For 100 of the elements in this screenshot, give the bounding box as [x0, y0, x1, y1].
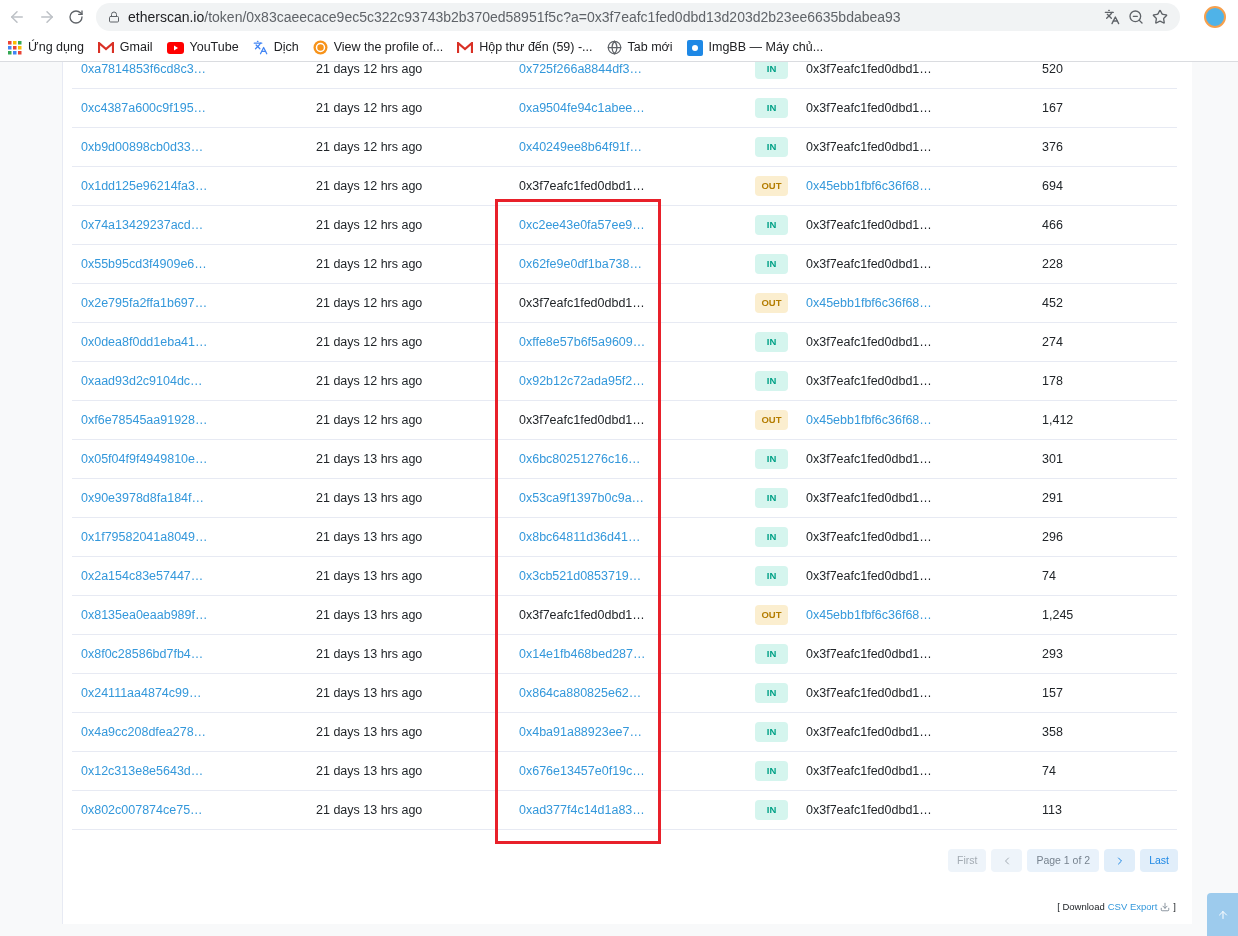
zoom-icon[interactable]: [1128, 9, 1144, 25]
next-page-button[interactable]: [1104, 849, 1136, 872]
address-link[interactable]: 0x53ca9f1397b0c9a…: [519, 490, 645, 505]
bookmark-item[interactable]: Hộp thư đến (59) -...: [457, 38, 593, 57]
address-link[interactable]: 0xc2ee43e0fa57ee9…: [519, 217, 645, 232]
address-link[interactable]: 0x864ca880825e62…: [519, 685, 642, 700]
address-link[interactable]: 0x40249ee8b64f91f…: [519, 139, 643, 154]
address-link[interactable]: 0xffe8e57b6f5a9609…: [519, 334, 646, 349]
txn-hash-link[interactable]: 0x55b95cd3f4909e6…: [81, 254, 316, 274]
txn-hash-link[interactable]: 0x05f04f9f4949810e…: [81, 449, 316, 469]
direction-badge: IN: [755, 526, 788, 548]
bookmark-star-icon[interactable]: [1152, 9, 1168, 25]
bookmark-item[interactable]: Ứng dụng: [8, 38, 84, 57]
address-link[interactable]: 0x3cb521d0853719…: [519, 568, 642, 583]
txn-hash-link[interactable]: 0x12c313e8e5643d…: [81, 761, 316, 781]
direction-badge: IN: [755, 370, 788, 392]
address-link[interactable]: 0x45ebb1fbf6c36f68…: [806, 607, 932, 622]
address-link[interactable]: 0x4ba91a88923ee7…: [519, 724, 643, 739]
age-text: 21 days 12 hrs ago: [316, 138, 424, 156]
txn-hash-link[interactable]: 0x1dd125e96214fa3…: [81, 176, 316, 196]
address-link[interactable]: 0x6bc80251276c16…: [519, 451, 641, 466]
address-text: 0x3f7eafc1fed0dbd1…: [806, 217, 932, 232]
txn-hash-link[interactable]: 0x24111aa4874c99…: [81, 683, 316, 703]
address-text: 0x3f7eafc1fed0dbd1…: [806, 646, 932, 661]
direction-badge: IN: [755, 214, 788, 236]
direction-badge: IN: [755, 331, 788, 353]
txn-hash-link[interactable]: 0x2e795fa2ffa1b697…: [81, 293, 316, 313]
address-bar[interactable]: etherscan.io/token/0x83caeecace9ec5c322c93743b2b370ed58951f5c?a=0x3f7eafc1fed0dbd13d203d2b23ee6635bdabea93: [96, 3, 1180, 31]
back-to-top-button[interactable]: [1207, 893, 1238, 936]
txn-hash-link[interactable]: 0x8135ea0eaab989f…: [81, 605, 316, 625]
bookmark-item[interactable]: ImgBB — Máy chủ...: [686, 38, 824, 57]
bookmark-item[interactable]: Tab mới: [606, 38, 673, 57]
quantity-text: 113: [1042, 801, 1063, 819]
direction-badge: IN: [755, 682, 788, 704]
address-text: 0x3f7eafc1fed0dbd1…: [806, 451, 932, 466]
txn-hash-link[interactable]: 0xf6e78545aa91928…: [81, 410, 316, 430]
direction-badge: OUT: [755, 292, 788, 314]
forward-icon[interactable]: [38, 8, 56, 26]
address-link[interactable]: 0x45ebb1fbf6c36f68…: [806, 178, 932, 193]
direction-badge: IN: [755, 760, 788, 782]
address-text: 0x3f7eafc1fed0dbd1…: [806, 490, 932, 505]
direction-badge: IN: [755, 97, 788, 119]
bookmark-item[interactable]: Dịch: [252, 38, 299, 57]
txn-hash-link[interactable]: 0xb9d00898cb0d33…: [81, 137, 316, 157]
bookmark-item[interactable]: Gmail: [97, 38, 153, 57]
txn-hash-link[interactable]: 0x0dea8f0dd1eba41…: [81, 332, 316, 352]
txn-hash-link[interactable]: 0x2a154c83e57447…: [81, 566, 316, 586]
address-text: 0x3f7eafc1fed0dbd1…: [806, 334, 932, 349]
direction-badge: IN: [755, 565, 788, 587]
address-link[interactable]: 0x45ebb1fbf6c36f68…: [806, 295, 932, 310]
txn-hash-link[interactable]: 0x90e3978d8fa184f…: [81, 488, 316, 508]
export-prefix-text: [ Download: [1057, 900, 1105, 914]
translate-icon[interactable]: [1104, 9, 1120, 25]
txn-hash-link[interactable]: 0x1f79582041a8049…: [81, 527, 316, 547]
quantity-text: 74: [1042, 762, 1057, 780]
address-link[interactable]: 0x92b12c72ada95f2…: [519, 373, 645, 388]
address-link[interactable]: 0x8bc64811d36d41…: [519, 529, 641, 544]
lock-icon: [108, 11, 120, 23]
csv-export-link[interactable]: CSV Export: [1107, 900, 1158, 915]
quantity-text: 167: [1042, 99, 1064, 117]
address-link[interactable]: 0xad377f4c14d1a83…: [519, 802, 645, 817]
age-text: 21 days 12 hrs ago: [316, 177, 424, 195]
bookmark-item[interactable]: YouTube: [166, 38, 239, 57]
page-indicator[interactable]: Page 1 of 2: [1027, 849, 1100, 872]
txn-hash-link[interactable]: 0x8f0c28586bd7fb4…: [81, 644, 316, 664]
address-text: 0x3f7eafc1fed0dbd1…: [806, 62, 932, 76]
direction-badge: OUT: [755, 604, 788, 626]
txn-hash-link[interactable]: 0x74a13429237acd…: [81, 215, 316, 235]
reload-icon[interactable]: [68, 9, 84, 25]
address-text: 0x3f7eafc1fed0dbd1…: [806, 529, 932, 544]
txn-hash-link[interactable]: 0xc4387a600c9f195…: [81, 98, 316, 118]
page-button[interactable]: Last: [1140, 849, 1178, 872]
txn-hash-link[interactable]: 0xaad93d2c9104dc…: [81, 371, 316, 391]
age-text: 21 days 13 hrs ago: [316, 606, 424, 624]
address-text: 0x3f7eafc1fed0dbd1…: [806, 256, 932, 271]
txn-hash-link[interactable]: 0x4a9cc208dfea278…: [81, 722, 316, 742]
quantity-text: 274: [1042, 333, 1064, 351]
address-link[interactable]: 0x676e13457e0f19c…: [519, 763, 645, 778]
back-icon[interactable]: [8, 8, 26, 26]
globe-icon: [606, 40, 622, 55]
age-text: 21 days 13 hrs ago: [316, 723, 424, 741]
address-link[interactable]: 0xa9504fe94c1abee…: [519, 100, 645, 115]
quantity-text: 452: [1042, 294, 1064, 312]
address-text: 0x3f7eafc1fed0dbd1…: [806, 724, 932, 739]
address-link[interactable]: 0x62fe9e0df1ba738…: [519, 256, 643, 271]
quantity-text: 301: [1042, 450, 1064, 468]
address-text: 0x3f7eafc1fed0dbd1…: [806, 100, 932, 115]
address-link[interactable]: 0x725f266a8844df3…: [519, 62, 643, 76]
quantity-text: 296: [1042, 528, 1064, 546]
address-link[interactable]: 0x14e1fb468bed287…: [519, 646, 646, 661]
age-text: 21 days 13 hrs ago: [316, 684, 424, 702]
direction-badge: OUT: [755, 175, 788, 197]
txn-hash-link[interactable]: 0x802c007874ce75…: [81, 800, 316, 820]
txn-hash-link[interactable]: 0xa7814853f6cd8c3…: [81, 62, 316, 79]
bookmark-item[interactable]: View the profile of...: [312, 38, 444, 57]
profile-avatar[interactable]: [1204, 6, 1226, 28]
address-text: 0x3f7eafc1fed0dbd1…: [806, 373, 932, 388]
address-link[interactable]: 0x45ebb1fbf6c36f68…: [806, 412, 932, 427]
address-text: 0x3f7eafc1fed0dbd1…: [806, 685, 932, 700]
quantity-text: 291: [1042, 489, 1064, 507]
